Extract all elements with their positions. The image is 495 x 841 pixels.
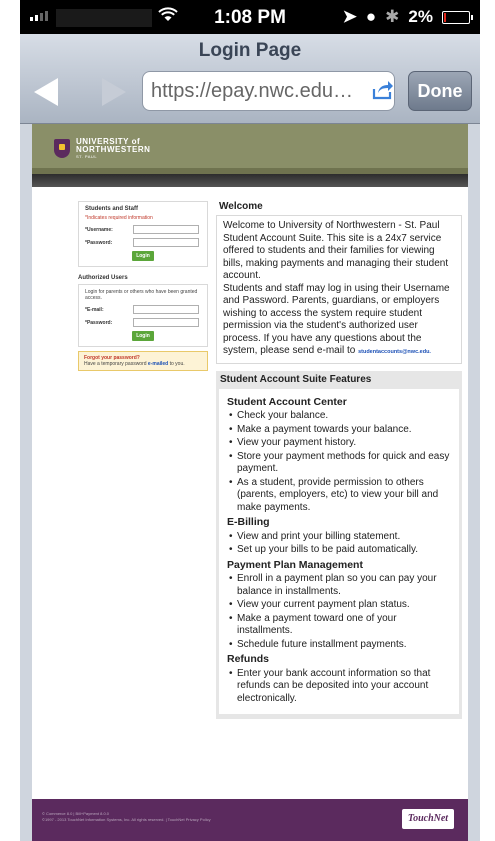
feature-item: As a student, provide permission to othe… (227, 477, 451, 515)
feature-heading: Refunds (227, 653, 269, 665)
url-field[interactable]: https://epay.nwc.edu… (142, 71, 395, 111)
feature-item: Set up your bills to be paid automatical… (227, 544, 451, 557)
site-header: UNIVERSITY of NORTHWESTERN ST. PAUL (32, 124, 468, 174)
battery-icon (442, 10, 473, 24)
password-input[interactable] (133, 238, 199, 247)
authorized-login-box: Login for parents or others who have bee… (78, 284, 208, 347)
feature-heading: Payment Plan Management (227, 558, 363, 571)
content-column: Welcome Welcome to University of Northwe… (216, 201, 462, 719)
emailed-link[interactable]: e-mailed (148, 361, 168, 367)
feature-item: Check your balance. (227, 410, 451, 423)
feature-item: Store your payment methods for quick and… (227, 451, 451, 476)
welcome-paragraph-2: Students and staff may log in using thei… (223, 282, 450, 357)
site-footer: © Commerce 8.0 | Bill+Payment 8.0.0 ©199… (32, 799, 468, 841)
touchnet-logo[interactable]: TouchNet (402, 809, 454, 829)
feature-heading: Student Account Center (227, 395, 347, 408)
feature-item: Enter your bank account information so t… (227, 668, 451, 706)
status-bar: 1:08 PM ➤ ● ✱ 2% (20, 0, 480, 34)
clock-icon: ● (365, 7, 377, 26)
student-accounts-email-link[interactable]: studentaccounts@nwc.edu. (358, 349, 431, 355)
feature-item: Make a payment towards your balance. (227, 424, 451, 437)
web-page: UNIVERSITY of NORTHWESTERN ST. PAUL Stud… (32, 124, 468, 841)
phone-screen: 1:08 PM ➤ ● ✱ 2% Login Page https://epay… (20, 0, 480, 841)
header-divider (32, 174, 468, 187)
features-body: Student Account Center Check your balance… (219, 388, 459, 714)
page-title: Login Page (198, 40, 302, 61)
feature-item: Enroll in a payment plan so you can pay … (227, 573, 451, 598)
required-note: *Indicates required information (85, 215, 153, 221)
welcome-panel: Welcome to University of Northwestern - … (216, 215, 462, 364)
feature-list: Enter your bank account information so t… (227, 668, 451, 706)
bluetooth-icon: ✱ (385, 7, 400, 26)
authorized-title: Authorized Users (78, 275, 128, 281)
auth-password-label: *Password: (85, 319, 113, 326)
shield-icon (54, 138, 70, 158)
authorized-login-button[interactable]: Login (132, 331, 154, 341)
email-label: *E-mail: (85, 306, 104, 313)
location-icon: ➤ (342, 7, 357, 26)
feature-item: View your payment history. (227, 437, 451, 450)
feature-item: Make a payment toward one of your instal… (227, 613, 451, 638)
forgot-suffix: to you. (169, 361, 185, 367)
feature-list: Check your balance.Make a payment toward… (227, 410, 451, 514)
forward-arrow-icon[interactable] (102, 78, 126, 106)
password-label: *Password: (85, 239, 113, 246)
features-title: Student Account Suite Features (220, 373, 372, 385)
welcome-title: Welcome (219, 201, 263, 212)
login-column: Students and Staff *Indicates required i… (78, 201, 208, 371)
welcome-paragraph-1: Welcome to University of Northwestern - … (223, 220, 449, 281)
email-input[interactable] (133, 305, 199, 314)
feature-list: Enroll in a payment plan so you can pay … (227, 573, 451, 651)
username-label: *Username: (85, 226, 113, 233)
footer-line-2: ©1997 - 2013 TouchNet Information System… (42, 817, 211, 822)
forgot-password-box: Forgot your password? Have a temporary p… (78, 351, 208, 371)
feature-list: View and print your billing statement.Se… (227, 531, 451, 557)
status-right-group: ➤ ● ✱ 2% (342, 7, 473, 27)
back-arrow-icon[interactable] (34, 78, 58, 106)
battery-fill (444, 12, 446, 22)
students-login-box: Students and Staff *Indicates required i… (78, 201, 208, 267)
browser-toolbar: Login Page https://epay.nwc.edu… Done (20, 34, 480, 124)
share-icon[interactable] (372, 80, 394, 100)
university-logo[interactable]: UNIVERSITY of NORTHWESTERN ST. PAUL (54, 137, 150, 159)
feature-item: View your current payment plan status. (227, 599, 451, 612)
feature-item: Schedule future installment payments. (227, 639, 451, 652)
features-section: Student Account Suite Features Student A… (216, 370, 462, 719)
feature-heading: E-Billing (227, 516, 270, 528)
students-title: Students and Staff (85, 206, 139, 212)
feature-item: View and print your billing statement. (227, 531, 451, 544)
battery-percent: 2% (408, 7, 433, 26)
authorized-help: Login for parents or others who have bee… (85, 289, 198, 301)
logo-line-3: ST. PAUL (76, 153, 98, 159)
auth-password-input[interactable] (133, 318, 199, 327)
footer-text: © Commerce 8.0 | Bill+Payment 8.0.0 ©199… (42, 811, 302, 823)
student-login-button[interactable]: Login (132, 251, 154, 261)
url-text: https://epay.nwc.edu… (151, 80, 353, 102)
done-button[interactable]: Done (408, 71, 472, 111)
username-input[interactable] (133, 225, 199, 234)
forgot-text: Have a temporary password (84, 361, 147, 367)
